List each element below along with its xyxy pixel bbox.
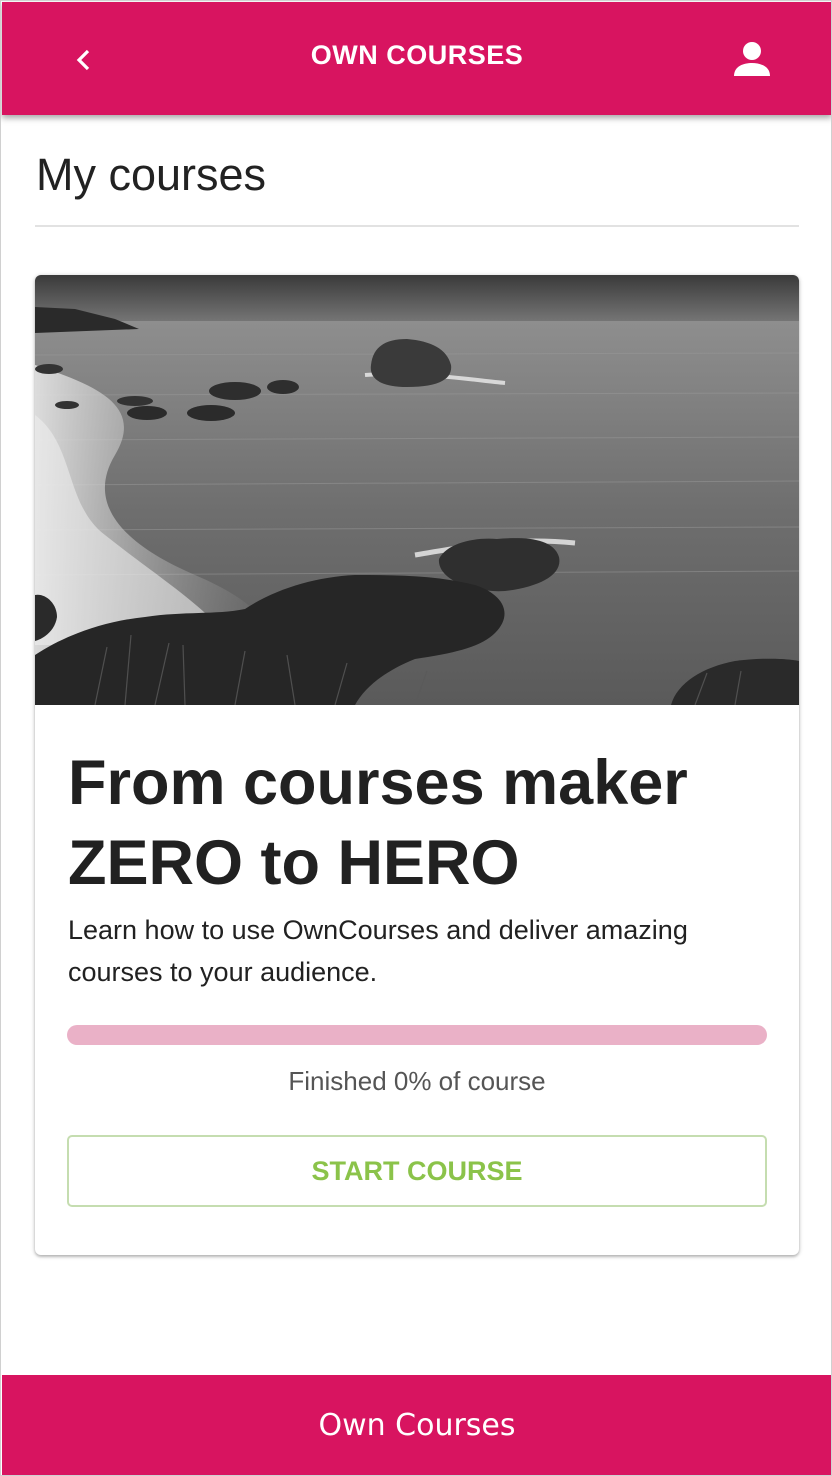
app-bar: OWN COURSES — [2, 2, 831, 115]
person-icon — [734, 42, 770, 76]
profile-button[interactable] — [724, 32, 780, 88]
app-bar-title: OWN COURSES — [310, 40, 524, 70]
course-title: From courses maker ZERO to HERO — [68, 748, 688, 898]
app-screen: OWN COURSES My courses From courses make… — [0, 0, 832, 1476]
course-cover-image — [35, 275, 799, 705]
footer-brand-text: Own Courses — [318, 1408, 516, 1443]
course-progress-bar — [67, 1025, 767, 1045]
start-course-button[interactable]: START COURSE — [67, 1135, 767, 1207]
divider — [35, 225, 799, 227]
course-description: Learn how to use OwnCourses and deliver … — [68, 915, 688, 987]
course-card: From courses maker ZERO to HERO Learn ho… — [35, 275, 799, 1255]
course-progress-text: Finished 0% of course — [288, 1066, 546, 1096]
app-footer: Own Courses — [2, 1375, 831, 1475]
page-title: My courses — [36, 149, 267, 200]
